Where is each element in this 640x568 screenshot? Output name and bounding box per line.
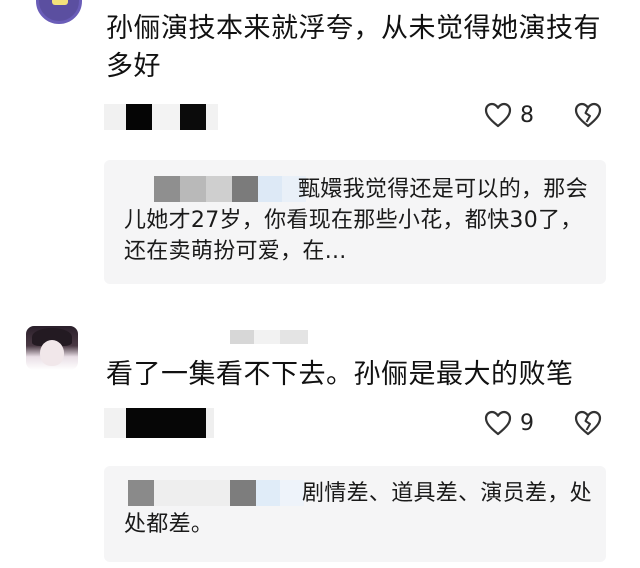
reply-box[interactable]: 剧情差、道具差、演员差，处处都差。 xyxy=(104,466,606,562)
avatar-image xyxy=(52,0,68,5)
redacted-username xyxy=(230,330,308,344)
reply-box[interactable]: 甄嬛我觉得还是可以的，那会儿她才27岁，你看现在那些小花，都快30了，还在卖萌扮… xyxy=(104,160,606,284)
like-group[interactable]: 9 xyxy=(484,410,534,436)
reply-text: 剧情差、道具差、演员差，处处都差。 xyxy=(124,481,592,537)
avatar-face xyxy=(40,340,64,366)
redacted-comment-meta xyxy=(104,408,214,438)
reply-text: 甄嬛我觉得还是可以的，那会儿她才27岁，你看现在那些小花，都快30了，还在卖萌扮… xyxy=(124,177,588,264)
heart-icon[interactable] xyxy=(484,410,512,436)
like-group[interactable]: 8 xyxy=(484,102,534,128)
redacted-comment-meta xyxy=(104,104,218,130)
avatar[interactable] xyxy=(26,326,78,370)
comment-text: 孙俪演技本来就浮夸，从未觉得她演技有多好 xyxy=(106,13,601,82)
like-count: 8 xyxy=(520,102,534,128)
heart-icon[interactable] xyxy=(484,102,512,128)
dislike-icon[interactable] xyxy=(574,102,602,128)
comment-text: 看了一集看不下去。孙俪是最大的败笔 xyxy=(106,359,574,390)
like-count: 9 xyxy=(520,410,534,436)
dislike-icon[interactable] xyxy=(574,410,602,436)
avatar[interactable] xyxy=(36,0,82,24)
